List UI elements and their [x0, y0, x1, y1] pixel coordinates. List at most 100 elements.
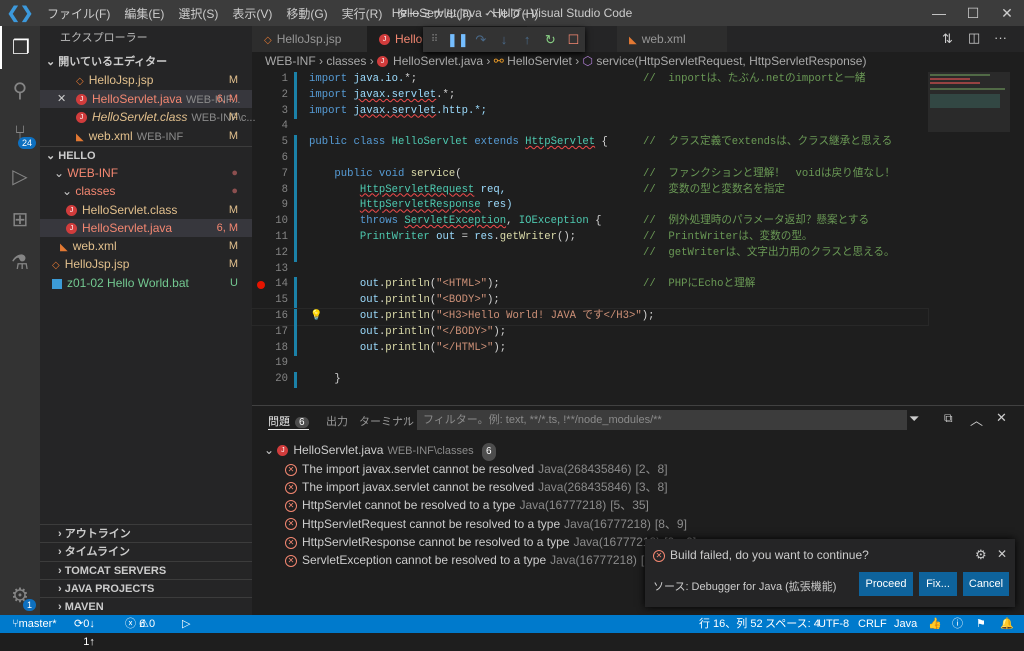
tab-hellojsp[interactable]: ◇ HelloJsp.jsp [252, 26, 367, 52]
live-share-icon[interactable]: ⚑ [976, 615, 986, 633]
more-actions-icon[interactable]: ··· [994, 30, 1007, 45]
source-control-icon[interactable]: ⑂ 24 [0, 112, 40, 155]
step-over-icon[interactable]: ↷ [469, 32, 492, 48]
code-token: "<BODY>" [436, 294, 488, 307]
problems-filter-input[interactable]: フィルター。例: text, **/*.ts, !**/node_modules… [417, 410, 907, 430]
open-editor-item[interactable]: ◇ HelloJsp.jsp M [40, 71, 252, 89]
proceed-button[interactable]: Proceed [859, 572, 913, 596]
problem-file-row[interactable]: ⌄ J HelloServlet.java WEB-INF\classes 6 [264, 441, 496, 461]
feedback-icon[interactable]: 👍 [928, 615, 942, 633]
split-editor-icon[interactable]: ◫ [968, 30, 980, 46]
notification-close-icon[interactable]: ✕ [997, 547, 1007, 561]
git-status: 6, M [216, 222, 238, 234]
fix-button[interactable]: Fix... [919, 572, 957, 596]
open-editors-header[interactable]: ⌄ 開いているエディター [40, 53, 252, 71]
tab-output[interactable]: 出力 [326, 413, 348, 429]
branch-indicator[interactable]: ⑂ master* [12, 615, 57, 633]
step-out-icon[interactable]: ↑ [516, 32, 539, 47]
indentation[interactable]: スペース: 4 [765, 615, 820, 633]
tree-item[interactable]: ◣ web.xml M [40, 237, 252, 255]
explorer-icon[interactable]: ❐ [0, 26, 40, 69]
breadcrumb-item[interactable]: classes [326, 54, 366, 68]
problem-item[interactable]: ✕ The import javax.servlet cannot be reso… [285, 460, 668, 478]
search-icon[interactable]: ⚲ [0, 69, 40, 112]
menu-item[interactable]: 表示(V) [225, 5, 279, 22]
git-status: M [228, 74, 238, 86]
problem-item[interactable]: ✕ The import javax.servlet cannot be reso… [285, 478, 668, 496]
maximize-panel-icon[interactable]: ︿ [970, 410, 983, 429]
problem-item[interactable]: ✕ ServletException cannot be resolved to … [285, 551, 686, 569]
problem-item[interactable]: ✕ HttpServletResponse cannot be resolved … [285, 533, 696, 551]
drag-handle-icon[interactable]: ⠿ [423, 34, 446, 45]
run-icon[interactable]: ▷ [182, 615, 190, 633]
restart-icon[interactable]: ↻ [539, 32, 562, 48]
open-editor-item[interactable]: J HelloServlet.class WEB-INF\c... M [40, 108, 256, 126]
tab-problems[interactable]: 問題 6 [268, 413, 309, 430]
close-icon[interactable]: ✕ [57, 90, 66, 108]
sidebar-section[interactable]: › TOMCAT SERVERS [40, 561, 252, 579]
sidebar-section[interactable]: › タイムライン [40, 542, 252, 560]
menu-item[interactable]: 編集(E) [117, 5, 171, 22]
menu-item[interactable]: 実行(R) [335, 5, 390, 22]
compare-changes-icon[interactable]: ⇅ [942, 31, 953, 47]
problem-item[interactable]: ✕ HttpServlet cannot be resolved to a typ… [285, 496, 649, 514]
problem-file-path: WEB-INF\classes [387, 445, 474, 457]
breadcrumb-item[interactable]: service(HttpServletRequest, HttpServletR… [596, 54, 866, 68]
info-icon[interactable]: ⓘ [952, 615, 963, 633]
open-editor-item[interactable]: ✕ J HelloServlet.java WEB-INF... 6, M [40, 90, 252, 108]
settings-gear-icon[interactable]: ⚙ 1 [0, 574, 40, 617]
more-tabs-button[interactable]: ··· [399, 413, 410, 425]
breadcrumb-item[interactable]: WEB-INF [265, 54, 316, 68]
cursor-position[interactable]: 行 16、列 52 [699, 615, 763, 633]
minimap[interactable] [928, 72, 1010, 402]
tree-item[interactable]: ⌄ WEB-INF ● [40, 164, 252, 182]
problem-item[interactable]: ✕ HttpServletRequest cannot be resolved t… [285, 515, 687, 533]
code-editor[interactable]: 1 import java.io.*; // inportは、たぶん.netのimp… [251, 72, 929, 402]
notifications-bell-icon[interactable]: 🔔 [1000, 615, 1014, 633]
minimize-button[interactable]: — [922, 0, 956, 26]
file-name: WEB-INF [67, 166, 119, 180]
step-into-icon[interactable]: ↓ [492, 32, 515, 47]
code-token: = [455, 231, 475, 243]
language-mode[interactable]: Java [894, 615, 917, 633]
filter-icon[interactable]: ⏷ [909, 411, 919, 427]
line-ending[interactable]: CRLF [858, 615, 887, 633]
file-name: HelloJsp.jsp [88, 73, 154, 87]
tree-item[interactable]: J HelloServlet.class M [40, 201, 252, 219]
folder-header[interactable]: ⌄ HELLO [40, 146, 252, 164]
close-panel-icon[interactable]: ✕ [996, 410, 1007, 426]
collapse-all-icon[interactable]: ⧉ [944, 411, 953, 426]
tree-item[interactable]: J HelloServlet.java 6, M [40, 219, 252, 237]
breadcrumb-item[interactable]: HelloServlet.java [393, 54, 483, 68]
menu-item[interactable]: ファイル(F) [40, 5, 117, 22]
close-window-button[interactable]: ✕ [990, 0, 1024, 26]
tree-item[interactable]: ◇ HelloJsp.jsp M [40, 255, 252, 273]
pause-icon[interactable]: ❚❚ [446, 32, 469, 48]
menu-item[interactable]: ターミナル(T) [389, 5, 478, 22]
notification-settings-icon[interactable]: ⚙ [975, 547, 987, 563]
extensions-icon[interactable]: ⊞ [0, 198, 40, 241]
sidebar-section[interactable]: › MAVEN [40, 597, 252, 615]
menu-item[interactable]: 選択(S) [171, 5, 225, 22]
tree-item[interactable]: ⌄ classes ● [40, 182, 252, 200]
open-editor-item[interactable]: ◣ web.xml WEB-INF M [40, 127, 252, 145]
code-token: "<HTML>" [436, 278, 488, 291]
breadcrumb-item[interactable]: HelloServlet [507, 54, 572, 68]
cancel-button[interactable]: Cancel [963, 572, 1009, 596]
encoding[interactable]: UTF-8 [818, 615, 849, 633]
sidebar-section[interactable]: › アウトライン [40, 524, 252, 542]
sync-indicator[interactable]: ⟳ 0↓ 1↑ [74, 615, 95, 648]
menu-item[interactable]: ヘルプ(H) [479, 5, 546, 22]
menu-item[interactable]: 移動(G) [279, 5, 334, 22]
problems-indicator[interactable]: ⓧ 6 ⚠ 0 [125, 615, 155, 633]
tree-item[interactable]: z01-02 Hello World.bat U [40, 274, 252, 292]
run-debug-icon[interactable]: ▷ [0, 155, 40, 198]
git-change-marker [294, 103, 297, 120]
testing-icon[interactable]: ⚗ [0, 241, 40, 284]
sidebar-section[interactable]: › JAVA PROJECTS [40, 579, 252, 597]
maximize-button[interactable]: ☐ [956, 0, 990, 26]
tab-webxml[interactable]: ◣ web.xml [617, 26, 727, 52]
stop-icon[interactable]: ☐ [562, 32, 585, 48]
lightbulb-icon[interactable]: 💡 [310, 309, 322, 325]
